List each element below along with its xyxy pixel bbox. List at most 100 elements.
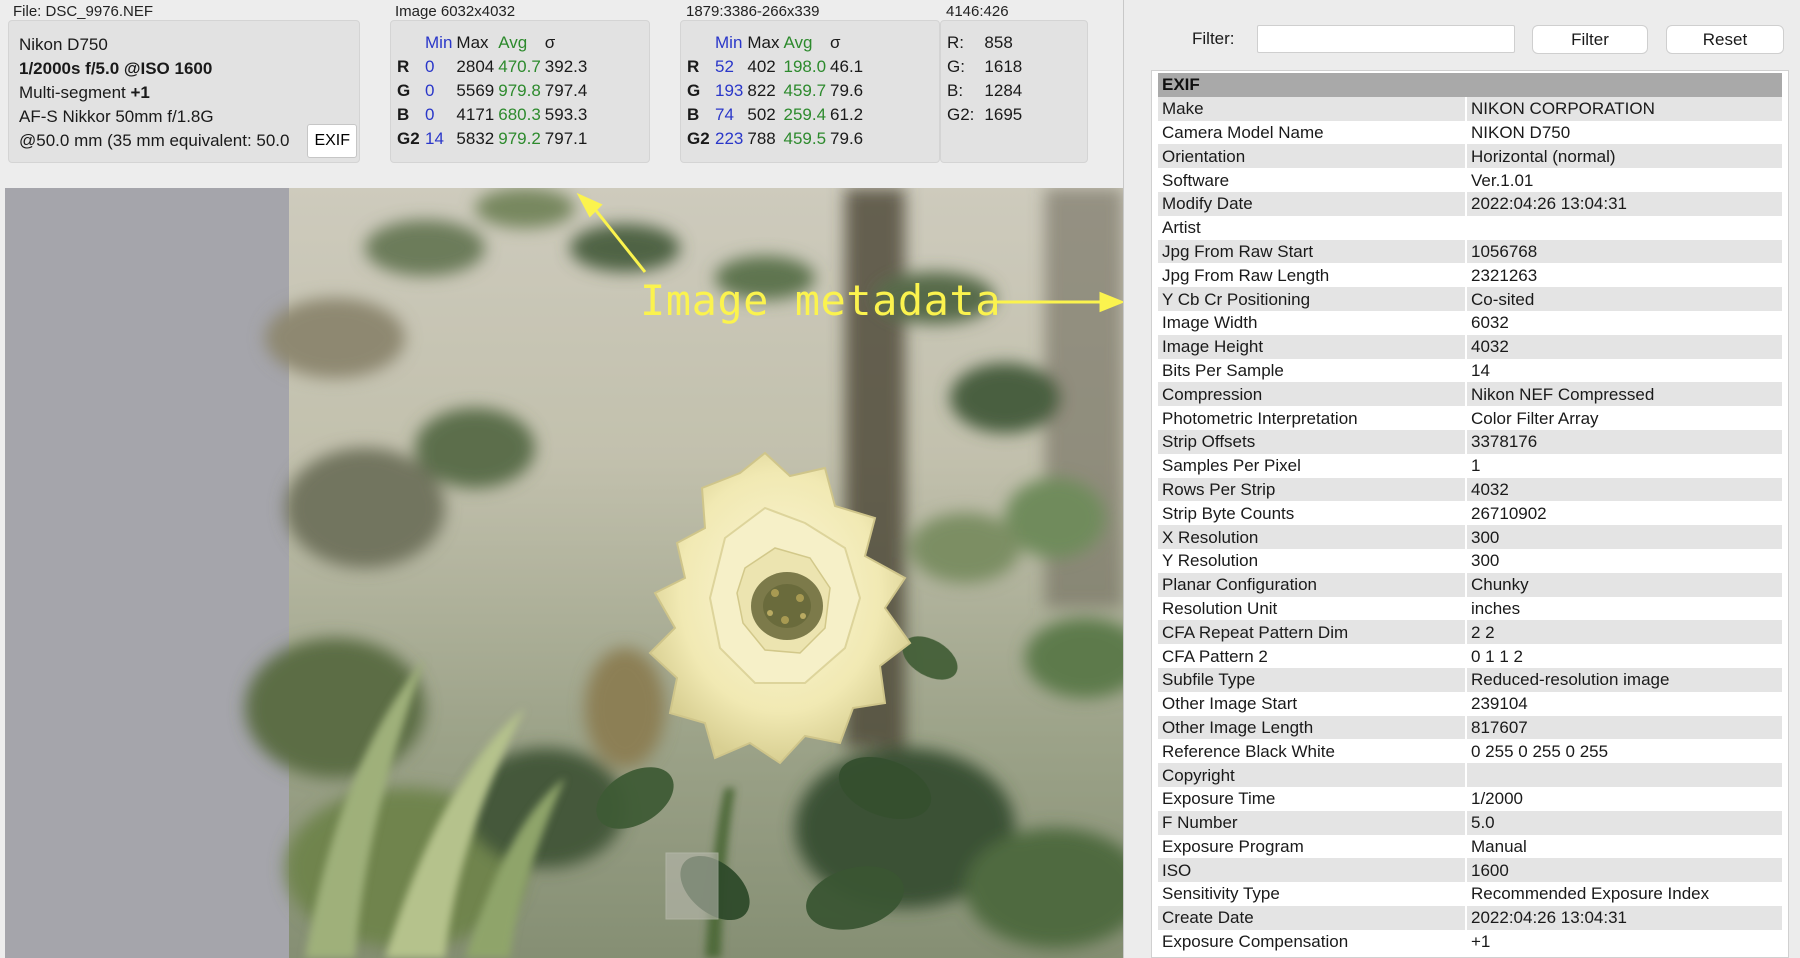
exif-row[interactable]: ISO 1600 bbox=[1158, 858, 1782, 883]
exif-row[interactable]: Create Date 2022:04:26 13:04:31 bbox=[1158, 905, 1782, 930]
exif-row[interactable]: Subfile Type Reduced-resolution image bbox=[1158, 667, 1782, 692]
exif-row[interactable]: CFA Pattern 20 1 1 2 bbox=[1158, 644, 1782, 668]
exif-value: Co-sited bbox=[1466, 287, 1782, 311]
exif-button[interactable]: EXIF bbox=[307, 124, 357, 158]
focal-length: @50.0 mm (35 mm equivalent: 50.0 bbox=[19, 131, 290, 150]
exif-row[interactable]: Exposure Program Manual bbox=[1158, 834, 1782, 859]
selection-region[interactable] bbox=[665, 852, 719, 920]
exif-row[interactable]: Orientation Horizontal (normal) bbox=[1158, 144, 1782, 169]
min-header: Min bbox=[715, 33, 743, 52]
filter-label: Filter: bbox=[1192, 29, 1235, 48]
image-size-label: Image 6032x4032 bbox=[395, 3, 516, 20]
exif-key: Samples Per Pixel bbox=[1158, 453, 1467, 478]
camera-info-panel: Nikon D750 1/2000s f/5.0 @ISO 1600 Multi… bbox=[8, 20, 360, 163]
max-value: 502 bbox=[747, 105, 776, 124]
pixel-row: R: 858 bbox=[947, 31, 1032, 55]
pixel-channel: B: bbox=[947, 81, 964, 100]
exif-value: NIKON CORPORATION bbox=[1466, 96, 1782, 121]
exif-value: 0 1 1 2 bbox=[1471, 646, 1523, 666]
exif-row[interactable]: Other Image Start 239104 bbox=[1158, 691, 1782, 716]
exif-row[interactable]: Sensitivity Type Recommended Exposure Ind… bbox=[1158, 882, 1782, 906]
max-value: 788 bbox=[747, 129, 776, 148]
exif-row[interactable]: X Resolution 300 bbox=[1158, 525, 1782, 549]
avg-header: Avg bbox=[783, 33, 813, 52]
exif-row[interactable]: Exposure Compensation +1 bbox=[1158, 929, 1782, 954]
sigma-value: 797.1 bbox=[544, 129, 588, 148]
exif-value: 4032 bbox=[1466, 477, 1782, 502]
exif-row[interactable]: Artist bbox=[1158, 215, 1782, 240]
stats-row-b: B 0 4171 680.3 593.3 bbox=[397, 103, 591, 127]
exif-row[interactable]: Bits Per Sample 14 bbox=[1158, 358, 1782, 383]
min-header: Min bbox=[425, 33, 453, 52]
exif-row[interactable]: Modify Date 2022:04:26 13:04:31 bbox=[1158, 191, 1782, 216]
min-value: 14 bbox=[425, 129, 444, 148]
exif-value bbox=[1466, 216, 1782, 240]
exif-row[interactable]: Other Image Length 817607 bbox=[1158, 715, 1782, 740]
avg-value: 259.4 bbox=[783, 105, 827, 124]
exif-row[interactable]: CFA Repeat Pattern Dim 2 2 bbox=[1158, 620, 1782, 645]
exif-section-header: EXIF bbox=[1158, 73, 1782, 97]
max-value: 5569 bbox=[456, 81, 495, 100]
exif-row[interactable]: Planar Configuration Chunky bbox=[1158, 572, 1782, 597]
exif-row[interactable]: Image Height 4032 bbox=[1158, 334, 1782, 359]
exif-row[interactable]: Copyright bbox=[1158, 763, 1782, 787]
exif-value: 26710902 bbox=[1471, 503, 1547, 523]
exif-row[interactable]: Camera Model Name NIKON D750 bbox=[1158, 120, 1782, 145]
channel-label: G2 bbox=[687, 129, 710, 148]
exif-row[interactable]: Make NIKON CORPORATION bbox=[1158, 96, 1782, 121]
exif-key: Artist bbox=[1158, 215, 1467, 240]
exif-row[interactable]: Reference Black White 0 255 0 255 0 255 bbox=[1158, 739, 1782, 764]
exif-row[interactable]: Y Cb Cr Positioning Co-sited bbox=[1158, 287, 1782, 311]
exif-key: Jpg From Raw Length bbox=[1158, 263, 1467, 288]
exposure-compensation: +1 bbox=[130, 83, 150, 102]
file-name-label: File: DSC_9976.NEF bbox=[13, 3, 154, 20]
exif-value: Horizontal (normal) bbox=[1466, 144, 1782, 169]
exif-row[interactable]: Image Width 6032 bbox=[1158, 310, 1782, 335]
exif-value: Manual bbox=[1471, 836, 1527, 856]
exif-row[interactable]: Rows Per Strip 4032 bbox=[1158, 477, 1782, 502]
exif-value: 1 bbox=[1471, 456, 1481, 476]
reset-button[interactable]: Reset bbox=[1666, 25, 1784, 54]
exif-row[interactable]: Software Ver.1.01 bbox=[1158, 168, 1782, 192]
sigma-header: σ bbox=[544, 33, 556, 52]
exif-row[interactable]: Jpg From Raw Start 1056768 bbox=[1158, 239, 1782, 264]
exif-key: Strip Offsets bbox=[1158, 429, 1467, 454]
exif-row[interactable]: Strip Offsets 3378176 bbox=[1158, 429, 1782, 454]
pixel-values-table: R: 858 G: 1618 B: 1284 G2: 1695 bbox=[947, 31, 1032, 127]
exif-row[interactable]: Y Resolution 300 bbox=[1158, 548, 1782, 573]
avg-value: 198.0 bbox=[783, 57, 827, 76]
exif-row[interactable]: Photometric Interpretation Color Filter A… bbox=[1158, 406, 1782, 430]
exif-value: 4032 bbox=[1466, 334, 1782, 359]
exif-row[interactable]: Strip Byte Counts 26710902 bbox=[1158, 501, 1782, 526]
exif-value: 3378176 bbox=[1466, 429, 1782, 454]
sigma-value: 79.6 bbox=[830, 129, 864, 148]
pixel-channel: G: bbox=[947, 57, 965, 76]
exif-row[interactable]: Compression Nikon NEF Compressed bbox=[1158, 382, 1782, 407]
exif-value: +1 bbox=[1471, 932, 1491, 952]
exif-table-container[interactable]: EXIF Make NIKON CORPORATION Camera Model N… bbox=[1151, 70, 1789, 958]
exif-key: F Number bbox=[1158, 810, 1467, 835]
channel-label: R bbox=[397, 57, 410, 76]
exif-key: Jpg From Raw Start bbox=[1158, 239, 1467, 264]
exif-row[interactable]: Jpg From Raw Length 2321263 bbox=[1158, 263, 1782, 288]
max-value: 5832 bbox=[456, 129, 495, 148]
exif-row[interactable]: F Number 5.0 bbox=[1158, 810, 1782, 835]
avg-value: 470.7 bbox=[498, 57, 541, 76]
region-stats-panel: Min Max Avg σ R 52 402 198.0 46.1 G 193 822 459.… bbox=[680, 20, 940, 163]
filter-input[interactable] bbox=[1257, 25, 1515, 53]
pixel-coordinate-label: 4146:426 bbox=[946, 3, 1009, 20]
stats-row-g2: G2 223 788 459.5 79.6 bbox=[687, 127, 867, 151]
exif-row[interactable]: Exposure Time 1/2000 bbox=[1158, 786, 1782, 811]
stats-header-row: Min Max Avg σ bbox=[687, 31, 867, 55]
exif-key: Create Date bbox=[1158, 905, 1467, 930]
image-stats-panel: Min Max Avg σ R 0 2804 470.7 392.3 G 0 5569 979.… bbox=[390, 20, 650, 163]
exif-value: 6032 bbox=[1471, 313, 1509, 333]
pixel-values-panel: R: 858 G: 1618 B: 1284 G2: 1695 bbox=[940, 20, 1088, 163]
exif-key: Exposure Program bbox=[1158, 834, 1467, 859]
exif-row[interactable]: Samples Per Pixel 1 bbox=[1158, 453, 1782, 478]
filter-button[interactable]: Filter bbox=[1532, 25, 1648, 54]
sigma-value: 593.3 bbox=[544, 105, 588, 124]
max-value: 402 bbox=[747, 57, 776, 76]
min-value: 193 bbox=[715, 81, 744, 100]
exif-row[interactable]: Resolution Unit inches bbox=[1158, 596, 1782, 621]
